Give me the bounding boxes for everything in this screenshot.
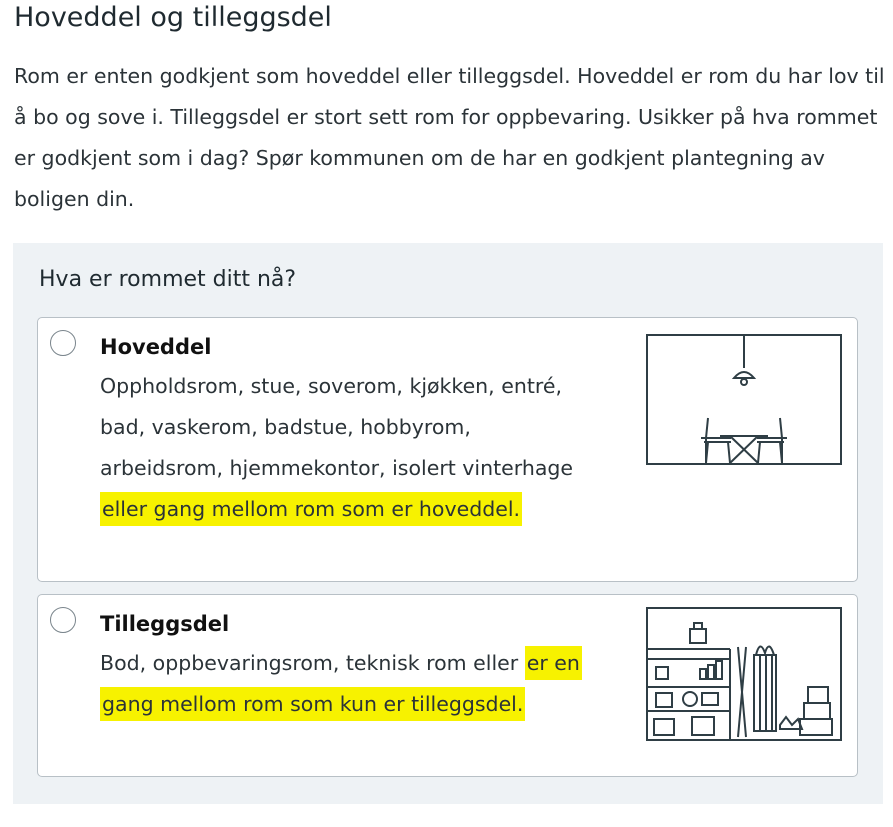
- option-title-hoveddel: Hoveddel: [100, 335, 212, 359]
- radio-tilleggsdel[interactable]: [50, 607, 76, 633]
- option-tilleggsdel[interactable]: Tilleggsdel Bod, oppbevaringsrom, teknis…: [37, 594, 858, 777]
- question-panel: Hva er rommet ditt nå? Hoveddel Oppholds…: [13, 243, 883, 804]
- option-description-tilleggsdel: Bod, oppbevaringsrom, teknisk rom eller …: [100, 643, 590, 725]
- dining-room-illustration-icon: [646, 334, 842, 465]
- option-hoveddel[interactable]: Hoveddel Oppholdsrom, stue, soverom, kjø…: [37, 317, 858, 582]
- storage-room-illustration-icon: [646, 607, 842, 741]
- option-title-tilleggsdel: Tilleggsdel: [100, 612, 230, 636]
- option-description-text: Bod, oppbevaringsrom, teknisk rom eller: [100, 651, 525, 675]
- option-description-hoveddel: Oppholdsrom, stue, soverom, kjøkken, ent…: [100, 366, 590, 530]
- option-description-text: Oppholdsrom, stue, soverom, kjøkken, ent…: [100, 374, 574, 480]
- section-heading: Hoveddel og tilleggsdel: [14, 2, 332, 33]
- section-intro: Rom er enten godkjent som hoveddel eller…: [14, 64, 885, 211]
- highlighted-text: eller gang mellom rom som er hoveddel.: [100, 492, 523, 526]
- radio-hoveddel[interactable]: [50, 330, 76, 356]
- question-label: Hva er rommet ditt nå?: [39, 267, 297, 292]
